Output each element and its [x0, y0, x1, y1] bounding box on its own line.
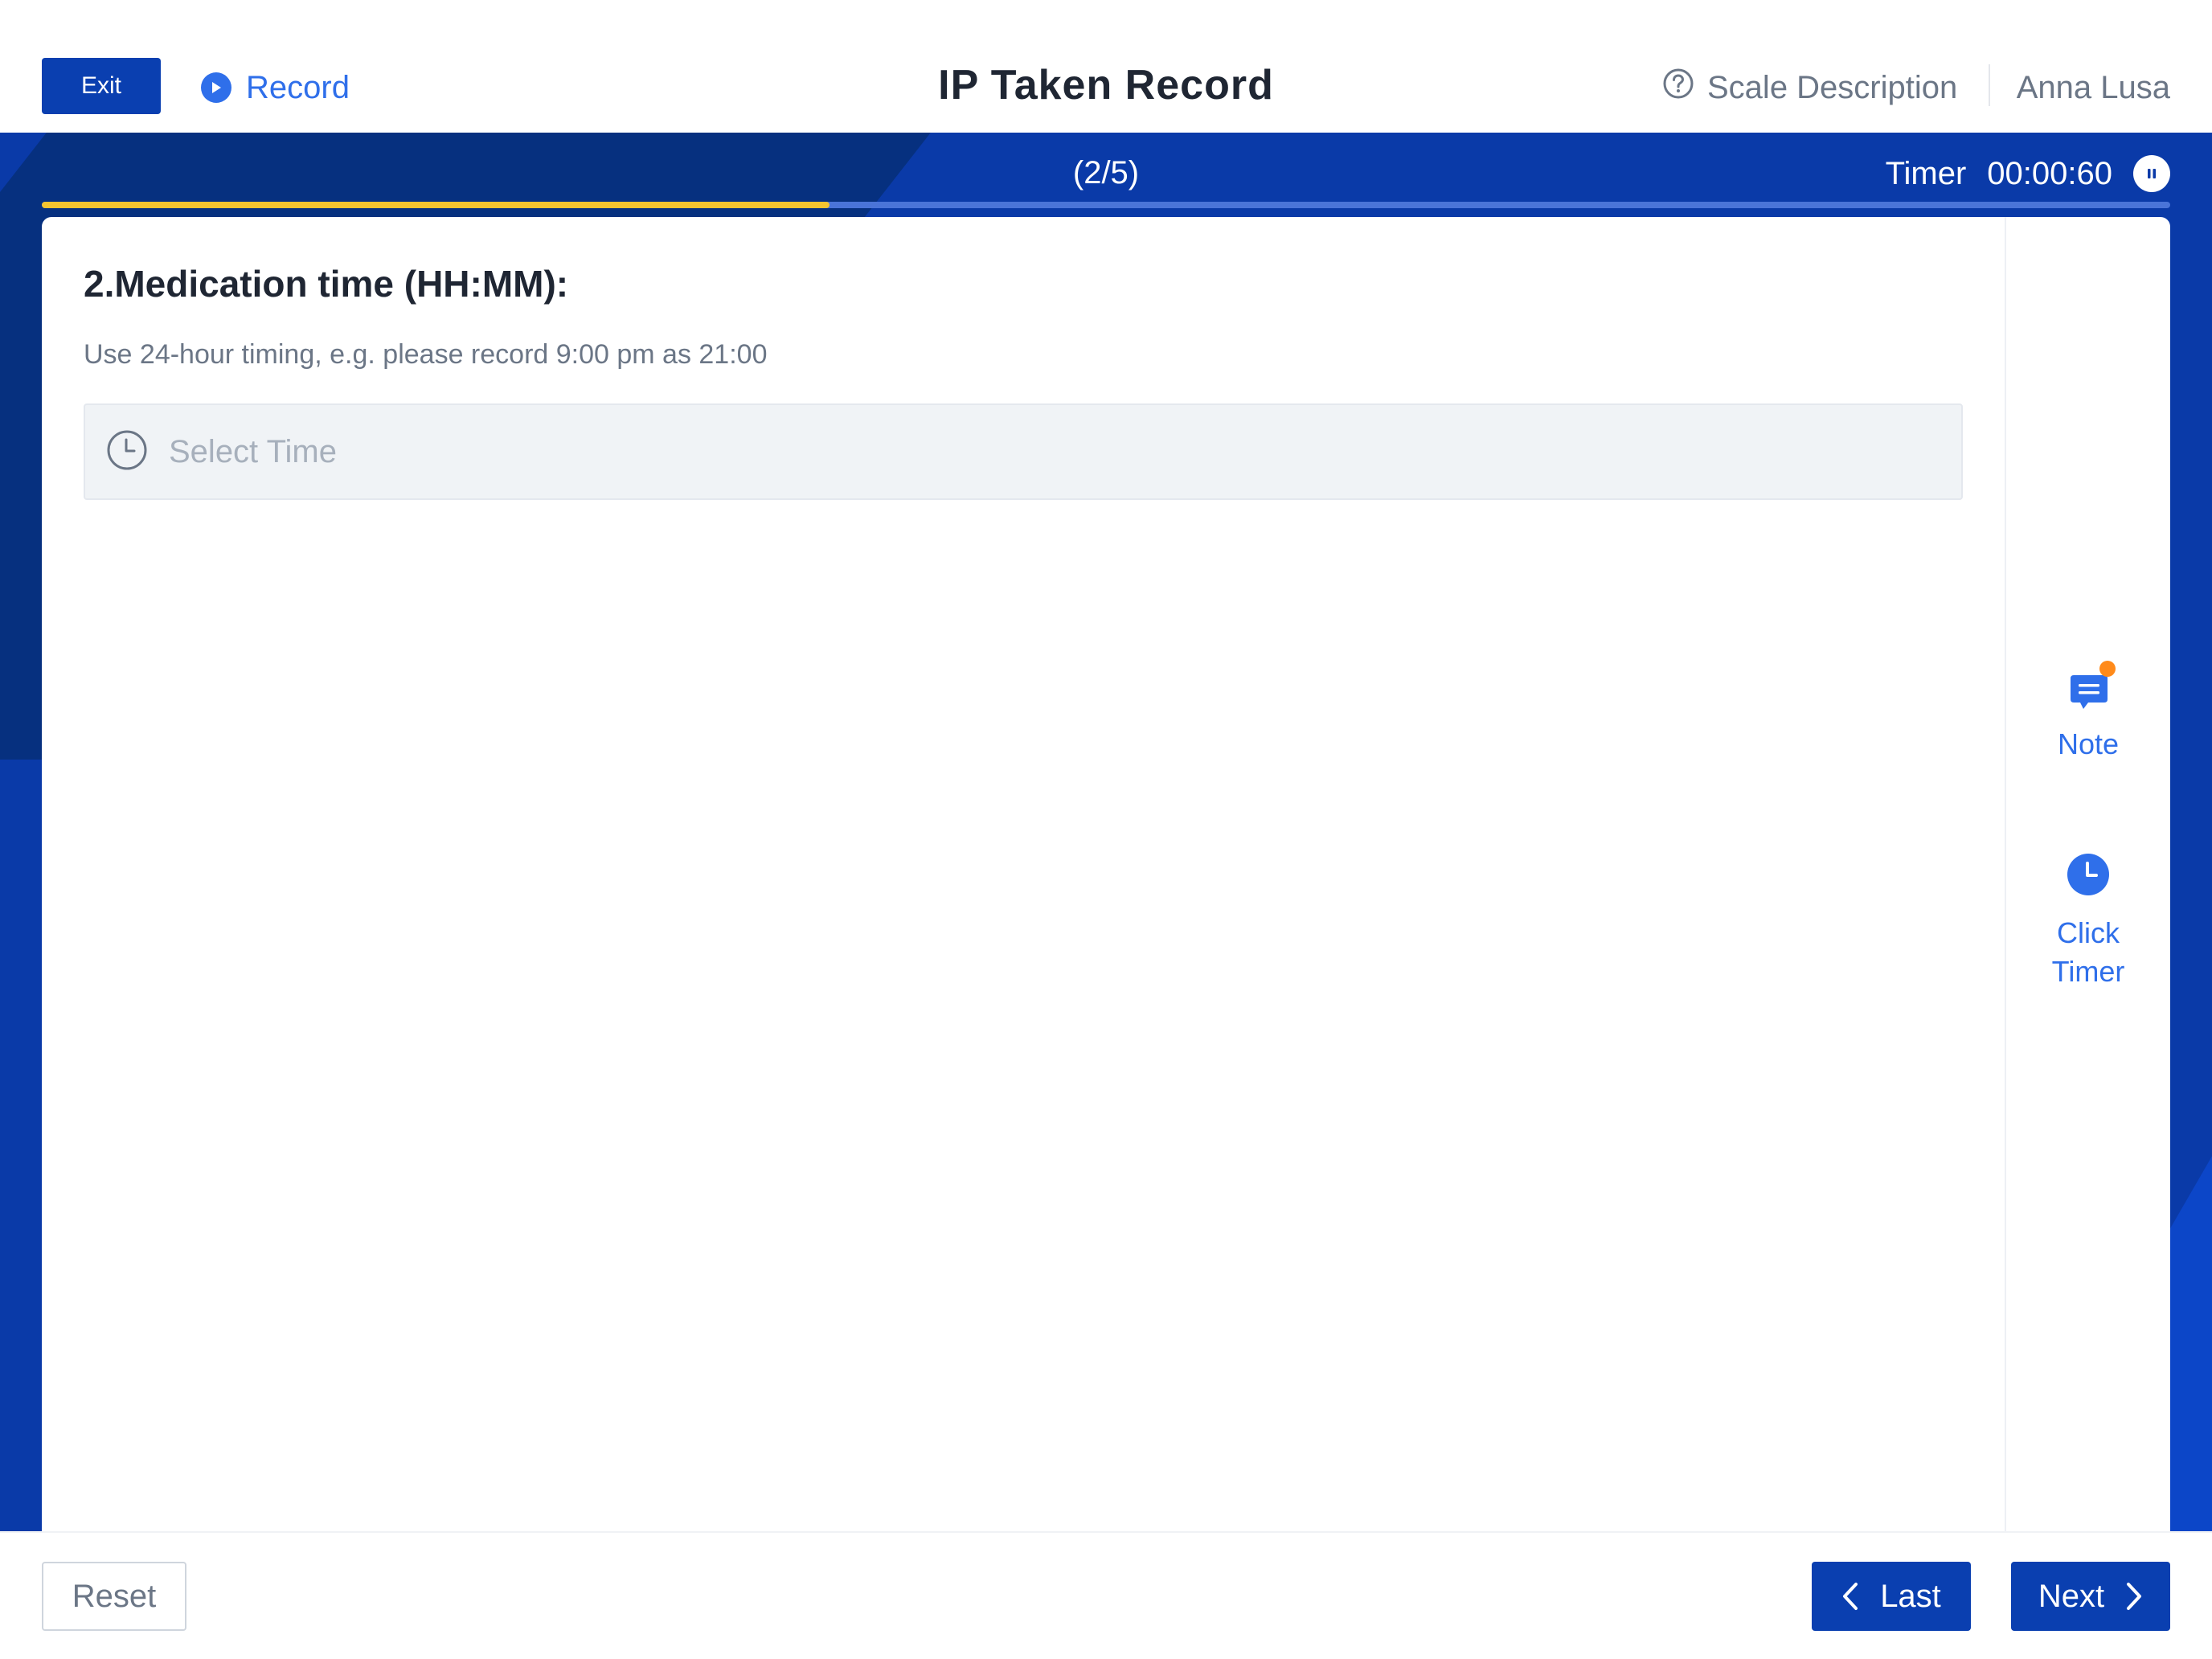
- help-circle-icon: [1662, 68, 1694, 108]
- last-label: Last: [1880, 1578, 1941, 1614]
- timer-value: 00:00:60: [1987, 155, 2112, 191]
- last-button[interactable]: Last: [1812, 1562, 1971, 1631]
- notification-dot: [2099, 661, 2116, 677]
- step-counter: (2/5): [1072, 155, 1140, 190]
- pause-button[interactable]: [2133, 155, 2170, 192]
- click-timer-label: Click Timer: [2052, 914, 2125, 991]
- click-timer-line1: Click: [2057, 916, 2120, 949]
- question-card: 2.Medication time (HH:MM): Use 24-hour t…: [42, 217, 2170, 1532]
- timer-icon: [2066, 852, 2111, 904]
- chevron-right-icon: [2127, 1583, 2142, 1610]
- time-placeholder: Select Time: [169, 433, 337, 469]
- page: Exit Record IP Taken Record Scale Descri…: [0, 0, 2212, 1659]
- reset-button[interactable]: Reset: [42, 1562, 186, 1631]
- question-area: 2.Medication time (HH:MM): Use 24-hour t…: [42, 217, 2005, 1532]
- header-divider: [1989, 64, 1990, 106]
- question-hint: Use 24-hour timing, e.g. please record 9…: [84, 339, 768, 370]
- user-name: Anna Lusa: [2016, 70, 2170, 105]
- scale-description-link[interactable]: Scale Description: [1662, 66, 1957, 109]
- click-timer-line2: Timer: [2051, 955, 2125, 988]
- timer-label: Timer: [1885, 155, 1967, 191]
- next-button[interactable]: Next: [2011, 1562, 2170, 1631]
- click-timer-button[interactable]: Click Timer: [2006, 852, 2170, 991]
- pause-icon: [2148, 169, 2156, 178]
- header: Exit Record IP Taken Record Scale Descri…: [0, 0, 2212, 133]
- note-label: Note: [2057, 727, 2120, 760]
- question-title: 2.Medication time (HH:MM):: [84, 263, 569, 305]
- progress-bar: [42, 202, 2170, 208]
- note-icon: [2064, 661, 2116, 715]
- chevron-left-icon: [1843, 1583, 1858, 1610]
- clock-icon: [106, 429, 148, 475]
- scale-description-label: Scale Description: [1707, 69, 1958, 105]
- side-panel: Note Click Timer: [2006, 217, 2170, 1532]
- timer: Timer 00:00:60: [1886, 153, 2170, 195]
- footer: Reset Last Next: [0, 1531, 2212, 1659]
- progress-fill: [42, 202, 830, 208]
- next-label: Next: [2038, 1578, 2105, 1614]
- time-select-input[interactable]: Select Time: [84, 403, 1963, 500]
- note-button[interactable]: Note: [2006, 661, 2170, 764]
